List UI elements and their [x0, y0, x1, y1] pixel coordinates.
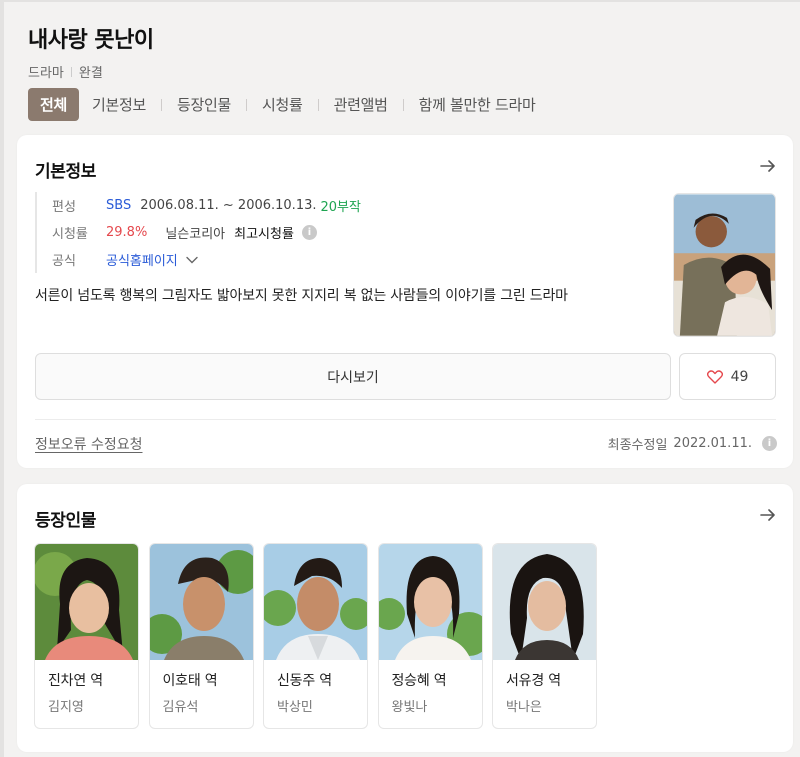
cast-member-card[interactable]: 진차연 역 김지영: [34, 543, 139, 729]
cast-photo: [264, 544, 367, 660]
tab-ratings[interactable]: 시청률: [262, 94, 303, 115]
modified-label: 최종수정일: [607, 438, 668, 453]
tab-bar: 전체 기본정보 등장인물 시청률 관련앨범 함께 볼만한 드라마: [28, 88, 536, 121]
tab-related-dramas[interactable]: 함께 볼만한 드라마: [419, 94, 536, 115]
broadcast-label: 편성: [52, 200, 76, 215]
heart-icon: [706, 369, 723, 384]
cast-photo: [378, 544, 482, 660]
cast-card: 등장인물 진차연 역 김지영 이호태 역 김유석 신동주 역 박상민 정승혜 역…: [17, 484, 793, 752]
cast-list: 진차연 역 김지영 이호태 역 김유석 신동주 역 박상민 정승혜 역 왕빛나 …: [34, 543, 607, 729]
actor-name: 김유석: [162, 700, 199, 715]
info-rows: 편성 SBS 2006.08.11. ~ 2006.10.13. 20부작 시청…: [35, 192, 655, 273]
actor-name: 박상민: [277, 700, 313, 715]
rating-label: 시청률: [52, 227, 88, 242]
rating-row: 시청률 29.8% 닐슨코리아 최고시청률 i: [52, 219, 655, 246]
rating-desc: 최고시청률: [234, 227, 294, 242]
section-divider: [35, 419, 776, 420]
meta-divider: [70, 66, 72, 77]
window-frame-left: [0, 0, 4, 757]
info-block: 편성 SBS 2006.08.11. ~ 2006.10.13. 20부작 시청…: [35, 192, 655, 308]
arrow-right-icon[interactable]: [759, 157, 777, 175]
tab-divider: [317, 98, 319, 111]
drama-poster[interactable]: [673, 193, 776, 337]
official-homepage-link[interactable]: 공식홈페이지: [106, 250, 178, 269]
character-name: 진차연 역: [48, 673, 103, 689]
cast-title: 등장인물: [35, 511, 96, 531]
cast-member-card[interactable]: 이호태 역 김유석: [148, 543, 254, 729]
cast-photo: [149, 544, 253, 660]
drama-description: 서른이 넘도록 행복의 그림자도 밟아보지 못한 지지리 복 없는 사람들의 이…: [35, 288, 568, 304]
tab-divider: [161, 98, 163, 111]
tab-divider: [246, 98, 248, 111]
drama-title: 내사랑 못난이: [28, 28, 154, 53]
tab-all[interactable]: 전체: [28, 88, 80, 121]
tab-divider: [402, 98, 404, 111]
modified-date: 2022.01.11.: [673, 436, 752, 451]
cast-member-card[interactable]: 신동주 역 박상민: [263, 543, 368, 729]
character-name: 정승혜 역: [391, 673, 447, 689]
official-row: 공식 공식홈페이지: [52, 246, 655, 273]
episode-count: 20부작: [320, 200, 361, 215]
like-count: 49: [730, 368, 749, 385]
cast-photo: [493, 544, 596, 660]
window-frame-top: [0, 0, 800, 2]
like-button[interactable]: 49: [679, 353, 776, 400]
cast-member-card[interactable]: 서유경 역 박나은: [492, 543, 597, 729]
tab-albums[interactable]: 관련앨범: [334, 94, 388, 115]
broadcast-row: 편성 SBS 2006.08.11. ~ 2006.10.13. 20부작: [52, 192, 655, 219]
info-icon[interactable]: i: [301, 225, 317, 240]
character-name: 이호태 역: [162, 673, 218, 689]
genre-label: 드라마: [28, 66, 64, 81]
actor-name: 왕빛나: [391, 700, 428, 715]
official-label: 공식: [52, 254, 76, 269]
info-icon[interactable]: i: [762, 436, 777, 451]
chevron-down-icon[interactable]: [186, 256, 198, 264]
rating-value: 29.8%: [106, 225, 148, 240]
cast-member-card[interactable]: 정승혜 역 왕빛나: [377, 543, 483, 729]
rating-source: 닐슨코리아: [165, 227, 226, 242]
character-name: 서유경 역: [506, 673, 561, 689]
actor-name: 박나은: [506, 700, 542, 715]
broadcast-period: 2006.08.11. ~ 2006.10.13.: [140, 198, 317, 213]
actor-name: 김지영: [48, 700, 84, 715]
basic-info-title: 기본정보: [35, 162, 96, 182]
last-modified: 최종수정일 2022.01.11. i: [608, 434, 777, 453]
character-name: 신동주 역: [277, 673, 332, 689]
arrow-right-icon[interactable]: [759, 506, 777, 524]
tab-cast[interactable]: 등장인물: [177, 94, 231, 115]
replay-button[interactable]: 다시보기: [35, 353, 671, 400]
drama-header: 내사랑 못난이 드라마 완결: [28, 22, 788, 81]
basic-info-card: 기본정보 편성 SBS 2006.08.11. ~ 2006.10.13. 20…: [17, 135, 793, 468]
tab-basic-info[interactable]: 기본정보: [92, 94, 146, 115]
status-label: 완결: [78, 66, 103, 81]
drama-meta: 드라마 완결: [28, 62, 788, 81]
report-error-link[interactable]: 정보오류 수정요청: [35, 434, 143, 454]
channel-link[interactable]: SBS: [106, 198, 131, 213]
cast-photo: [35, 544, 138, 660]
